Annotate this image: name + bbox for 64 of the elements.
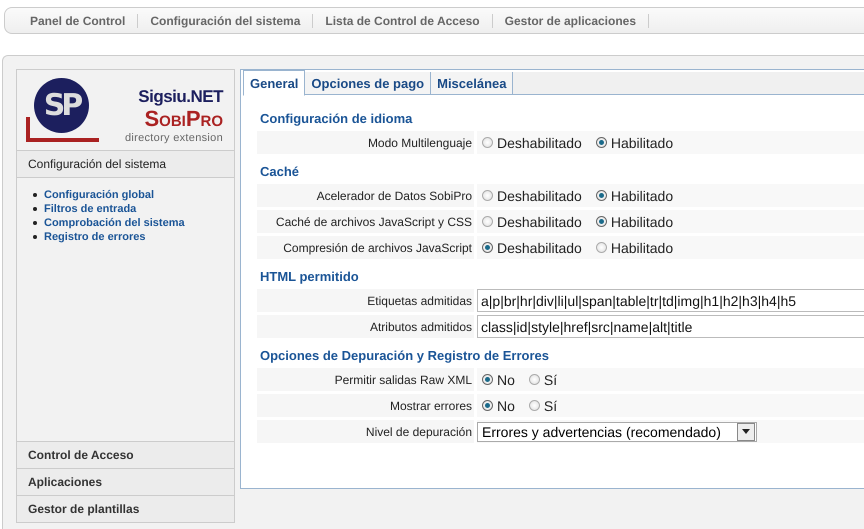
option-label: Habilitado (610, 214, 674, 230)
bullet-icon (33, 193, 37, 197)
option-label: Deshabilitado (497, 214, 582, 230)
radio-button[interactable] (482, 242, 493, 253)
option-label: Habilitado (610, 134, 674, 150)
nav-link[interactable]: Panel de Control (18, 14, 138, 28)
section-heading: Caché (260, 164, 300, 180)
dropdown[interactable]: Errores y advertencias (recomendado) (477, 422, 757, 442)
input-field[interactable]: class|id|style|href|src|name|alt|title (477, 315, 864, 338)
tab[interactable]: Opciones de pago (305, 72, 432, 94)
radio-button[interactable] (482, 190, 493, 201)
tab[interactable]: Miscelánea (431, 72, 514, 94)
logo-product: SobiPro (144, 108, 223, 130)
input-field[interactable]: a|p|br|hr|div|li|ul|span|table|tr|td|img|h1|h2|h3|h4|h5 (477, 289, 864, 312)
bullet-icon (33, 235, 37, 239)
nav-link[interactable]: Gestor de aplicaciones (492, 14, 650, 28)
nav-link[interactable]: Lista de Control de Acceso (313, 14, 493, 28)
radio-button[interactable] (528, 400, 540, 411)
field-label: Permitir salidas Raw XML (257, 368, 474, 391)
option-label: No (497, 398, 515, 414)
option-label: No (497, 372, 515, 388)
field-label: Etiquetas admitidas (257, 289, 474, 312)
sidebar-link[interactable]: Filtros de entrada (44, 203, 136, 215)
nav-link[interactable]: Configuración del sistema (138, 14, 314, 28)
radio-button[interactable] (482, 400, 493, 411)
tab[interactable]: General (243, 70, 306, 96)
option-label: Sí (544, 398, 558, 414)
field-label: Nivel de depuración (257, 420, 474, 443)
section-heading: Opciones de Depuración y Registro de Errores (260, 348, 550, 364)
field-label: Compresión de archivos JavaScript (257, 236, 474, 259)
radio-button[interactable] (596, 137, 607, 148)
radio-button[interactable] (528, 374, 540, 385)
sidebar-link[interactable]: Configuración global (44, 189, 154, 201)
radio-button[interactable] (482, 216, 493, 227)
bullet-icon (33, 207, 37, 211)
field-label: Modo Multilenguaje (257, 131, 474, 154)
logo-mark: SP (34, 78, 89, 133)
radio-button[interactable] (596, 216, 607, 227)
logo-tagline: directory extension (124, 132, 223, 144)
radio-button[interactable] (482, 374, 493, 385)
sidebar-item[interactable]: Gestor de plantillas (17, 495, 234, 522)
option-label: Deshabilitado (497, 240, 582, 256)
bullet-icon (33, 221, 37, 225)
field-label: Acelerador de Datos SobiPro (257, 184, 474, 207)
option-label: Deshabilitado (497, 188, 582, 204)
radio-button[interactable] (596, 242, 607, 253)
section-heading: Configuración de idioma (260, 111, 414, 127)
sidebar-item[interactable]: Aplicaciones (17, 468, 234, 495)
radio-button[interactable] (596, 190, 607, 201)
sidebar-link[interactable]: Comprobación del sistema (44, 217, 185, 229)
section-heading: HTML permitido (260, 269, 360, 285)
field-label: Atributos admitidos (257, 315, 474, 338)
option-label: Habilitado (610, 188, 674, 204)
option-label: Habilitado (610, 240, 674, 256)
sidebar-heading: Configuración del sistema (17, 150, 234, 178)
option-label: Sí (544, 372, 558, 388)
option-label: Deshabilitado (497, 134, 582, 150)
logo-company: Sigsiu.NET (138, 87, 223, 107)
field-label: Caché de archivos JavaScript y CSS (257, 210, 474, 233)
caret-icon (737, 422, 755, 440)
field-label: Mostrar errores (257, 394, 474, 417)
sidebar-link[interactable]: Registro de errores (44, 231, 146, 243)
radio-button[interactable] (482, 137, 493, 148)
sidebar-item[interactable]: Control de Acceso (17, 441, 234, 468)
